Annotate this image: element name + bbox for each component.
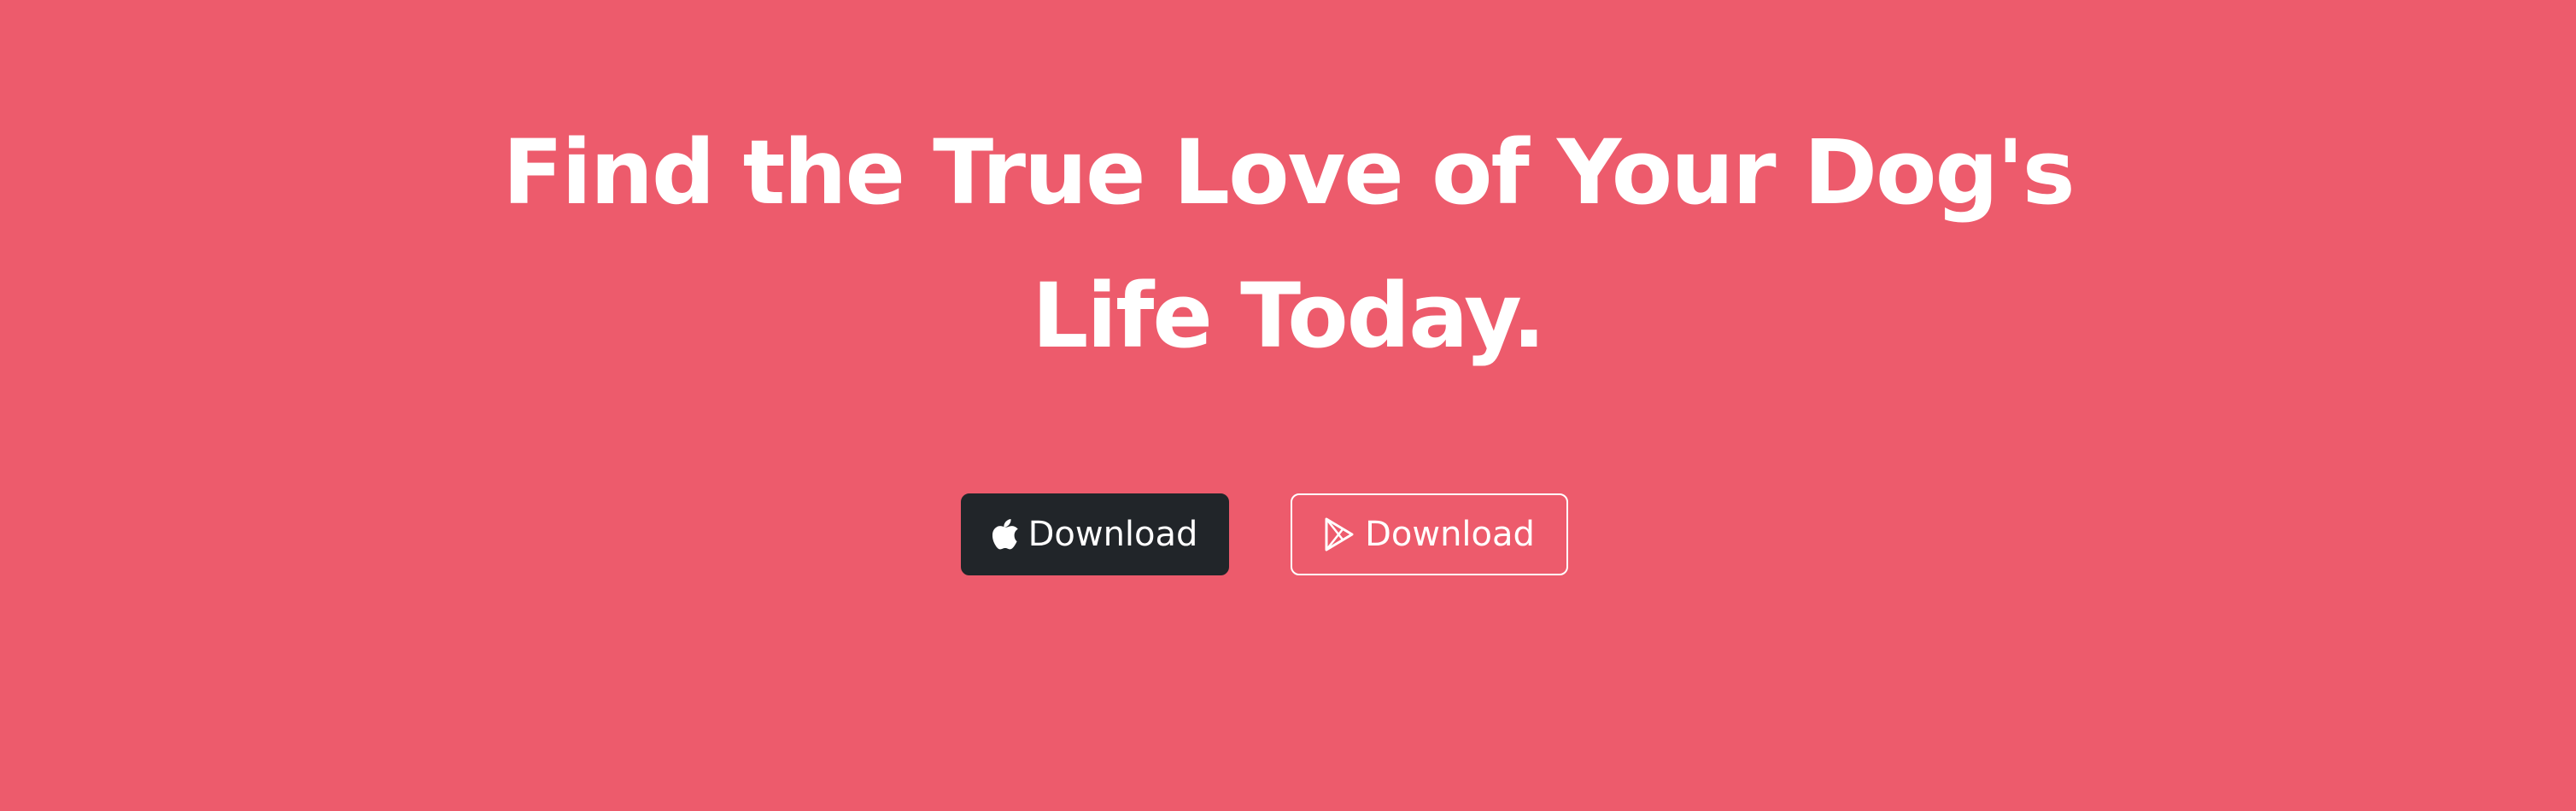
apple-download-button[interactable]: Download: [961, 493, 1229, 575]
google-play-icon: [1324, 517, 1355, 551]
apple-icon: [992, 519, 1018, 550]
headline-line-1: Find the True Love of Your Dog's: [502, 120, 2075, 225]
hero-headline: Find the True Love of Your Dog's Life To…: [0, 101, 2576, 388]
hero-section: Find the True Love of Your Dog's Life To…: [0, 0, 2576, 811]
google-play-download-button[interactable]: Download: [1291, 493, 1568, 575]
apple-download-label: Download: [1027, 515, 1198, 554]
google-play-download-label: Download: [1365, 515, 1535, 554]
headline-line-2: Life Today.: [1032, 264, 1546, 368]
